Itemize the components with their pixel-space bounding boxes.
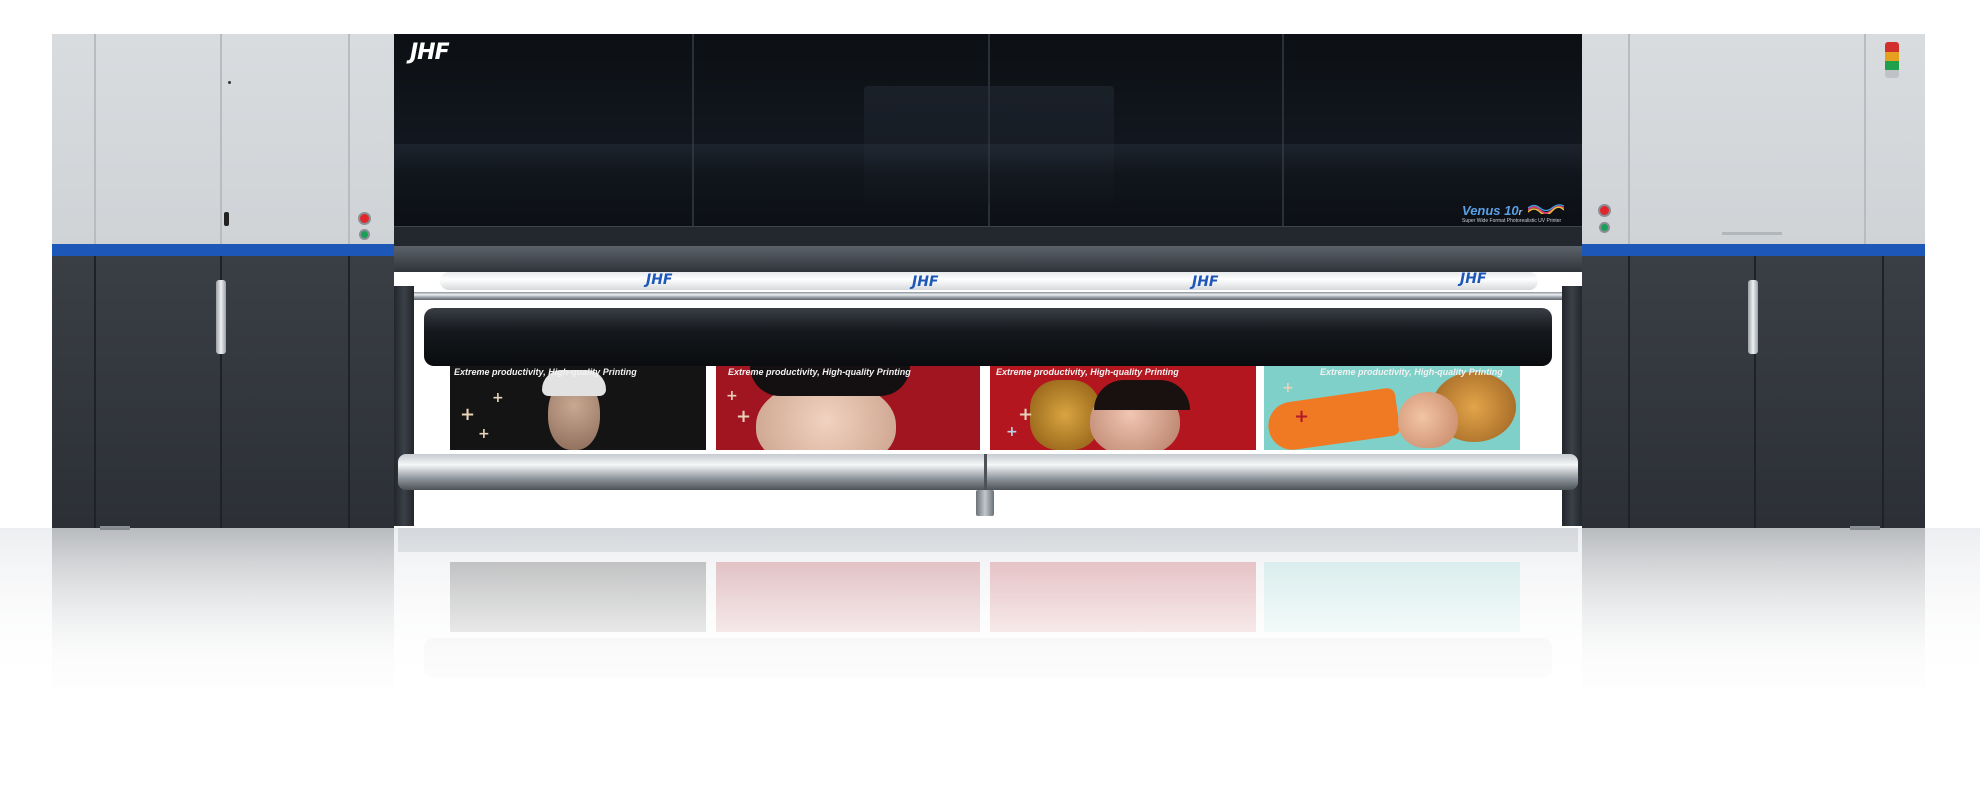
guide-bar — [414, 292, 1562, 300]
left-cabinet-upper — [52, 34, 394, 244]
green-status-button-right[interactable] — [1601, 224, 1608, 231]
print-caption-2: Extreme productivity, High-quality Print… — [728, 367, 911, 377]
print-panel-3: + + Extreme productivity, High-quality P… — [990, 366, 1256, 450]
media-logo-4: JHF — [1460, 271, 1487, 287]
brand-logo: JHF — [410, 40, 450, 65]
orange-sleeve — [1265, 387, 1401, 450]
print-caption-3: Extreme productivity, High-quality Print… — [996, 367, 1179, 377]
right-frame — [1562, 286, 1582, 526]
model-badge: Venus 10r Super Wide Format Photorealist… — [1462, 202, 1572, 226]
left-cabinet — [52, 34, 394, 528]
print-caption-4: Extreme productivity, High-quality Print… — [1320, 367, 1503, 377]
media-logo-3: JHF — [1192, 274, 1219, 290]
door-lock-icon[interactable] — [224, 212, 229, 226]
media-logo-1: JHF — [646, 272, 673, 288]
printer-machine: JHF Venus 10r Super Wide Format Photorea… — [0, 0, 1980, 530]
gantry-rail — [394, 246, 1582, 272]
emergency-stop-button[interactable] — [360, 214, 369, 223]
right-door-handle[interactable] — [1748, 280, 1758, 354]
model-tagline: Super Wide Format Photorealistic UV Prin… — [1462, 218, 1562, 224]
emergency-stop-button-right[interactable] — [1600, 206, 1609, 215]
floor-reflection — [0, 528, 1980, 804]
wave-logo-icon — [1528, 204, 1564, 214]
print-caption-1: Extreme productivity, High-quality Print… — [454, 367, 637, 377]
right-blue-stripe — [1582, 244, 1925, 256]
media-logo-2: JHF — [912, 274, 939, 290]
print-panel-1: + + + Extreme productivity, High-quality… — [450, 366, 706, 450]
right-cabinet-upper — [1582, 34, 1925, 244]
output-roller — [398, 454, 1578, 490]
print-panel-4: + + Extreme productivity, High-quality P… — [1264, 366, 1520, 450]
model-suffix: r — [1518, 207, 1523, 217]
left-blue-stripe — [52, 244, 394, 256]
print-panel-2: + + Extreme productivity, High-quality P… — [716, 366, 980, 450]
black-roller — [424, 308, 1552, 366]
media-roll: JHF JHF JHF JHF — [440, 271, 1538, 290]
green-status-button[interactable] — [361, 231, 368, 238]
right-cabinet — [1582, 34, 1925, 528]
portrait-man-looking — [1398, 392, 1458, 448]
left-door-handle[interactable] — [216, 280, 226, 354]
left-frame — [394, 286, 414, 526]
model-name: Venus 10 — [1462, 203, 1519, 218]
center-support-foot — [976, 490, 994, 516]
printer-hood: JHF Venus 10r Super Wide Format Photorea… — [394, 34, 1582, 247]
signal-tower-icon — [1885, 42, 1899, 78]
